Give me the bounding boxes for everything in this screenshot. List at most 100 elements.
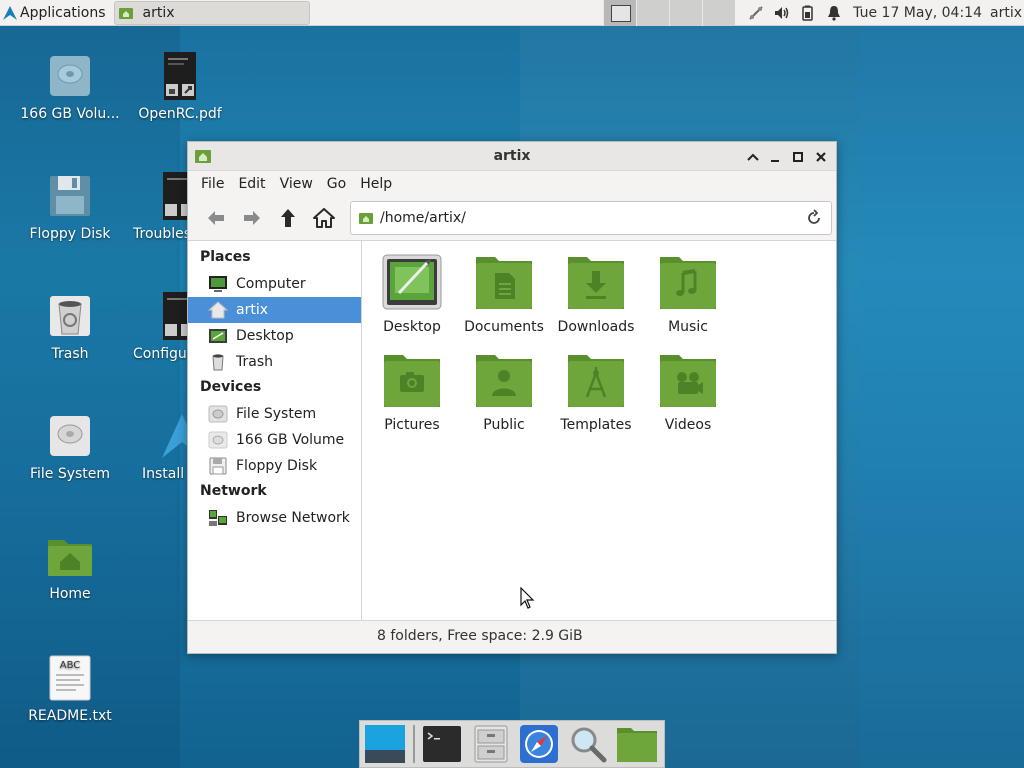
desktop-icon-166gb-volume[interactable]: 166 GB Volu... bbox=[15, 52, 125, 122]
sidebar-header-places: Places bbox=[200, 249, 251, 265]
home-folder-icon bbox=[359, 213, 373, 224]
menu-view[interactable]: View bbox=[273, 176, 320, 192]
window-title: artix bbox=[493, 148, 531, 164]
downloads-folder-icon bbox=[568, 257, 624, 309]
location-bar[interactable]: /home/artix/ bbox=[350, 201, 832, 235]
workspace-4[interactable] bbox=[702, 0, 735, 26]
toolbar: /home/artix/ bbox=[188, 197, 836, 239]
sidebar-item-file-system[interactable]: File System bbox=[188, 401, 361, 427]
window-body: Places Computer artix Desktop Trash Devi… bbox=[188, 240, 836, 622]
system-tray: Tue 17 May, 04:14 artix bbox=[743, 0, 1024, 26]
folder-music[interactable]: Music bbox=[642, 251, 734, 335]
volume-icon[interactable] bbox=[769, 0, 795, 26]
desktop-icon-file-system[interactable]: File System bbox=[15, 412, 125, 482]
folder-view[interactable]: Desktop Documents Downloads Music Pictur… bbox=[362, 241, 836, 622]
text-file-icon: ABC bbox=[49, 655, 91, 701]
desktop-icon-troubleshooting[interactable]: Troubles bbox=[125, 172, 195, 242]
sidebar-item-browse-network[interactable]: Browse Network bbox=[188, 505, 361, 531]
file-cabinet-icon bbox=[474, 725, 508, 763]
menu-help[interactable]: Help bbox=[353, 176, 399, 192]
home-folder-icon bbox=[48, 540, 92, 576]
desktop-folder-icon bbox=[382, 254, 442, 310]
folder-public[interactable]: Public bbox=[458, 349, 550, 433]
back-button[interactable] bbox=[198, 201, 234, 235]
desktop-icon-openrc-pdf[interactable]: OpenRC.pdf bbox=[125, 52, 235, 122]
folder-icon bbox=[616, 728, 657, 762]
dock-folder[interactable] bbox=[615, 722, 658, 766]
magnifier-icon bbox=[571, 727, 607, 763]
desktop-icon-install[interactable]: Install bbox=[125, 412, 202, 482]
drive-icon bbox=[50, 416, 90, 456]
folder-documents[interactable]: Documents bbox=[458, 251, 550, 335]
applications-label: Applications bbox=[20, 4, 106, 21]
dock-search[interactable] bbox=[567, 722, 610, 766]
wallpaper-band bbox=[860, 26, 1024, 768]
home-icon bbox=[313, 208, 335, 228]
desktop-icon-configuration[interactable]: Configur bbox=[125, 292, 195, 362]
window-minimize-button[interactable] bbox=[766, 148, 784, 166]
dock-terminal[interactable] bbox=[421, 722, 464, 766]
desktop-icon-floppy-disk[interactable]: Floppy Disk bbox=[15, 172, 125, 242]
home-icon bbox=[208, 301, 228, 319]
folder-downloads[interactable]: Downloads bbox=[550, 251, 642, 335]
sidebar-item-computer[interactable]: Computer bbox=[188, 271, 361, 297]
workspace-1[interactable] bbox=[603, 0, 636, 26]
reload-icon[interactable] bbox=[805, 209, 823, 227]
folder-templates[interactable]: Templates bbox=[550, 349, 642, 433]
workspace-3[interactable] bbox=[669, 0, 702, 26]
desktop-icon-trash[interactable]: Trash bbox=[15, 292, 125, 362]
user-menu[interactable]: artix bbox=[990, 0, 1024, 26]
workspace-switcher bbox=[603, 0, 735, 26]
templates-folder-icon bbox=[568, 355, 624, 407]
drive-icon bbox=[208, 431, 228, 449]
sidebar-item-166gb-volume[interactable]: 166 GB Volume bbox=[188, 427, 361, 453]
clock[interactable]: Tue 17 May, 04:14 bbox=[847, 0, 990, 26]
menu-go[interactable]: Go bbox=[320, 176, 353, 192]
folder-videos[interactable]: Videos bbox=[642, 349, 734, 433]
dock-separator bbox=[412, 725, 415, 763]
window-maximize-button[interactable] bbox=[789, 148, 807, 166]
network-icon[interactable] bbox=[743, 0, 769, 26]
home-button[interactable] bbox=[306, 201, 342, 235]
documents-folder-icon bbox=[476, 257, 532, 309]
status-bar: 8 folders, Free space: 2.9 GiB bbox=[188, 620, 836, 653]
window-close-button[interactable] bbox=[812, 148, 830, 166]
sidebar-item-floppy-disk[interactable]: Floppy Disk bbox=[188, 453, 361, 479]
workspace-2[interactable] bbox=[636, 0, 669, 26]
svg-text:ABC: ABC bbox=[60, 660, 81, 671]
taskbar-window-button[interactable]: artix bbox=[113, 0, 310, 25]
dock-web-browser[interactable] bbox=[518, 722, 561, 766]
network-computers-icon bbox=[209, 510, 227, 526]
sidebar-item-artix[interactable]: artix bbox=[188, 297, 361, 323]
desktop-icon-readme[interactable]: ABC README.txt bbox=[15, 654, 125, 724]
window-shade-button[interactable] bbox=[744, 148, 762, 166]
battery-icon[interactable] bbox=[795, 0, 821, 26]
arrow-right-icon bbox=[244, 211, 260, 225]
applications-menu-button[interactable]: Applications bbox=[0, 0, 110, 26]
dock bbox=[359, 720, 665, 768]
location-path: /home/artix/ bbox=[380, 210, 466, 226]
terminal-icon bbox=[422, 726, 461, 762]
window-titlebar[interactable]: artix bbox=[188, 142, 836, 171]
file-manager-window: artix File Edit View Go Help /home/artix… bbox=[187, 141, 837, 654]
floppy-icon bbox=[50, 176, 90, 216]
pictures-folder-icon bbox=[384, 355, 440, 407]
sidebar-item-desktop[interactable]: Desktop bbox=[188, 323, 361, 349]
floppy-icon bbox=[209, 457, 227, 475]
dock-file-manager[interactable] bbox=[469, 722, 512, 766]
desktop-icon-home[interactable]: Home bbox=[15, 532, 125, 602]
notification-bell-icon[interactable] bbox=[821, 0, 847, 26]
up-button[interactable] bbox=[270, 201, 306, 235]
arrow-up-icon bbox=[281, 209, 295, 227]
desktop-icon bbox=[209, 329, 227, 343]
public-folder-icon bbox=[476, 355, 532, 407]
folder-pictures[interactable]: Pictures bbox=[366, 349, 458, 433]
sidebar-item-trash[interactable]: Trash bbox=[188, 349, 361, 375]
sidebar: Places Computer artix Desktop Trash Devi… bbox=[188, 241, 362, 622]
folder-desktop[interactable]: Desktop bbox=[366, 251, 458, 335]
forward-button[interactable] bbox=[234, 201, 270, 235]
trash-icon bbox=[50, 296, 90, 336]
menu-edit[interactable]: Edit bbox=[231, 176, 272, 192]
dock-show-desktop[interactable] bbox=[364, 722, 407, 766]
menu-file[interactable]: File bbox=[194, 176, 231, 192]
